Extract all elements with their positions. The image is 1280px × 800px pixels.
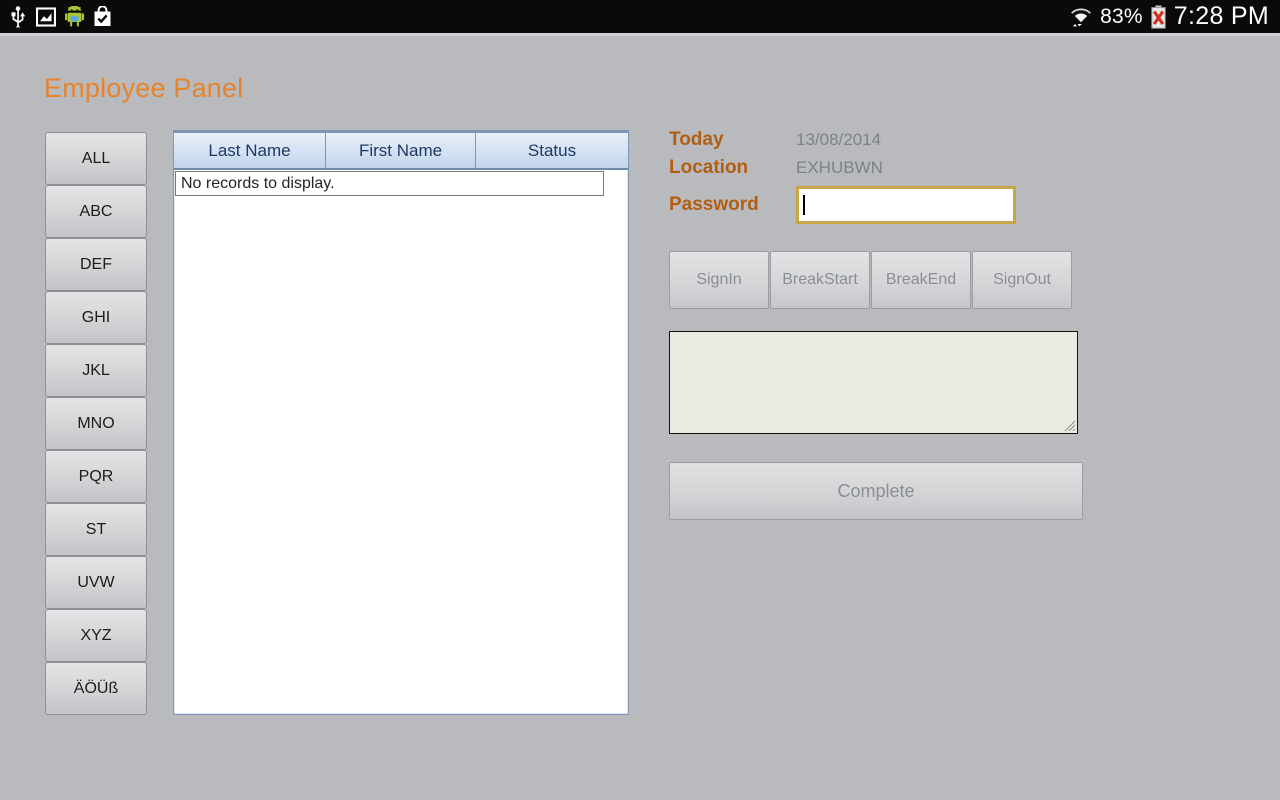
text-caret — [803, 195, 805, 215]
clock-label: 7:28 PM — [1173, 2, 1269, 30]
alpha-filter-st[interactable]: ST — [45, 503, 147, 556]
password-label: Password — [669, 194, 759, 215]
alpha-filter-umlaut[interactable]: ÄÖÜß — [45, 662, 147, 715]
battery-percent-label: 83% — [1100, 4, 1143, 28]
battery-error-icon — [1150, 5, 1167, 29]
clock-action-buttons: SignIn BreakStart BreakEnd SignOut — [669, 251, 1089, 309]
wifi-icon — [1069, 5, 1093, 29]
alpha-filter-uvw[interactable]: UVW — [45, 556, 147, 609]
page-title: Employee Panel — [44, 73, 244, 103]
column-header-last-name[interactable]: Last Name — [174, 133, 326, 168]
alpha-filter-def[interactable]: DEF — [45, 238, 147, 291]
location-row: Location EXHUBWN — [669, 154, 1089, 182]
password-row: Password — [669, 183, 1089, 227]
alpha-filter-abc[interactable]: ABC — [45, 185, 147, 238]
status-bar-notification-icons — [9, 5, 112, 28]
alphabet-filter-rail: ALL ABC DEF GHI JKL MNO PQR ST UVW XYZ Ä… — [45, 132, 147, 715]
column-header-first-name[interactable]: First Name — [326, 133, 476, 168]
screenshot-icon — [36, 6, 56, 27]
alpha-filter-ghi[interactable]: GHI — [45, 291, 147, 344]
notes-textarea[interactable] — [669, 331, 1078, 434]
status-bar-divider — [0, 33, 1280, 36]
breakend-button[interactable]: BreakEnd — [871, 251, 971, 309]
employee-table: Last Name First Name Status No records t… — [173, 130, 629, 715]
alpha-filter-jkl[interactable]: JKL — [45, 344, 147, 397]
alpha-filter-xyz[interactable]: XYZ — [45, 609, 147, 662]
today-label: Today — [669, 129, 724, 150]
column-header-status[interactable]: Status — [476, 133, 628, 168]
android-status-bar[interactable]: 83% 7:28 PM — [0, 0, 1280, 33]
alpha-filter-pqr[interactable]: PQR — [45, 450, 147, 503]
empty-state-message: No records to display. — [175, 171, 604, 196]
location-value: EXHUBWN — [796, 158, 883, 177]
today-row: Today 13/08/2014 — [669, 126, 1089, 154]
usb-icon — [9, 5, 27, 28]
status-bar-system-icons: 83% 7:28 PM — [1069, 2, 1269, 31]
alpha-filter-mno[interactable]: MNO — [45, 397, 147, 450]
signout-button[interactable]: SignOut — [972, 251, 1072, 309]
password-input[interactable] — [796, 186, 1016, 224]
play-store-bag-icon — [93, 6, 112, 27]
resize-grip-icon — [1064, 420, 1076, 432]
signin-button[interactable]: SignIn — [669, 251, 769, 309]
today-value: 13/08/2014 — [796, 130, 882, 149]
location-label: Location — [669, 157, 749, 178]
android-robot-icon — [65, 6, 84, 27]
employee-detail-panel: Today 13/08/2014 Location EXHUBWN Passwo… — [669, 126, 1089, 520]
complete-button[interactable]: Complete — [669, 462, 1083, 520]
employee-table-header: Last Name First Name Status — [174, 131, 628, 170]
breakstart-button[interactable]: BreakStart — [770, 251, 870, 309]
alpha-filter-all[interactable]: ALL — [45, 132, 147, 185]
